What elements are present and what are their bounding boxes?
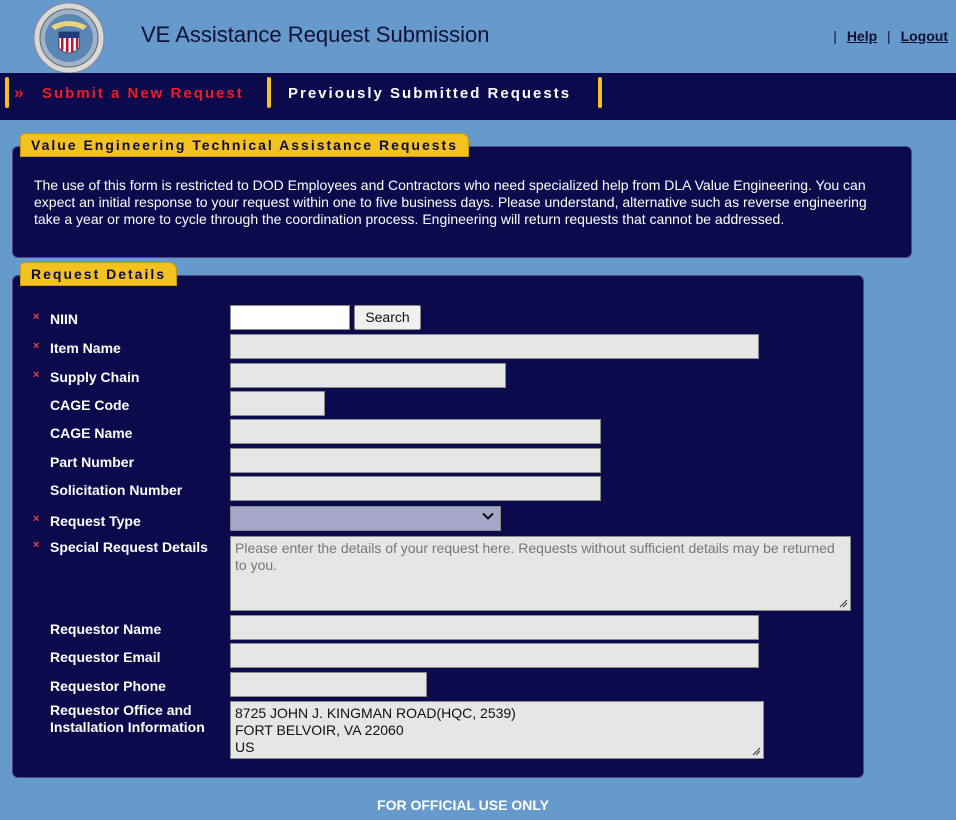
requestor-phone-label: Requestor Phone <box>50 678 166 694</box>
nav-divider <box>5 77 9 108</box>
logout-link[interactable]: Logout <box>901 28 948 44</box>
cage-code-label: CAGE Code <box>50 397 130 413</box>
top-links: | Help | Logout <box>827 28 948 44</box>
cage-name-label: CAGE Name <box>50 425 133 441</box>
solicitation-number-label: Solicitation Number <box>50 482 183 498</box>
solicitation-number-input[interactable] <box>230 476 601 501</box>
part-number-input[interactable] <box>230 448 601 473</box>
special-request-details-placeholder: Please enter the details of your request… <box>235 540 835 573</box>
part-number-label: Part Number <box>50 454 135 470</box>
cage-name-input[interactable] <box>230 419 601 444</box>
requestor-office-label: Requestor Office and Installation Inform… <box>50 702 205 736</box>
supply-chain-input[interactable] <box>230 363 506 388</box>
item-name-label: Item Name <box>50 340 121 356</box>
niin-label: NIIN <box>50 311 78 327</box>
help-link[interactable]: Help <box>847 28 877 44</box>
main-nav: » Submit a New Request Previously Submit… <box>0 73 956 120</box>
cage-code-input[interactable] <box>230 391 325 416</box>
link-separator: | <box>887 28 891 44</box>
nav-divider <box>598 77 602 108</box>
intro-text: The use of this form is restricted to DO… <box>34 177 867 227</box>
requestor-office-label-line2: Installation Information <box>50 719 205 735</box>
requestor-phone-input[interactable] <box>230 672 427 697</box>
double-chevron-right-icon: » <box>14 83 24 102</box>
special-request-details-textarea[interactable]: Please enter the details of your request… <box>230 536 851 611</box>
link-separator: | <box>833 28 837 44</box>
item-name-input[interactable] <box>230 334 759 359</box>
requestor-email-label: Requestor Email <box>50 649 161 665</box>
footer-classification: FOR OFFICIAL USE ONLY <box>377 797 549 813</box>
requestor-name-input[interactable] <box>230 615 759 640</box>
resize-grip-icon[interactable] <box>838 598 848 608</box>
requestor-name-label: Requestor Name <box>50 621 162 637</box>
tab-previously-submitted-requests[interactable]: Previously Submitted Requests <box>288 85 571 102</box>
requestor-email-input[interactable] <box>230 643 759 668</box>
tab-submit-new-request[interactable]: Submit a New Request <box>42 85 244 102</box>
dla-seal-logo <box>33 2 105 74</box>
special-request-details-label: Special Request Details <box>50 539 208 555</box>
requestor-office-textarea[interactable]: 8725 JOHN J. KINGMAN ROAD(HQC, 2539) FOR… <box>230 701 764 759</box>
request-details-title: Request Details <box>20 262 178 286</box>
intro-panel-title: Value Engineering Technical Assistance R… <box>20 133 470 157</box>
request-type-select[interactable] <box>230 506 501 531</box>
request-type-label: Request Type <box>50 513 141 529</box>
required-asterisk-icon: × <box>33 311 40 323</box>
required-asterisk-icon: × <box>33 340 40 352</box>
resize-grip-icon[interactable] <box>751 746 761 756</box>
requestor-office-value: 8725 JOHN J. KINGMAN ROAD(HQC, 2539) FOR… <box>235 705 516 755</box>
search-button[interactable]: Search <box>354 305 421 330</box>
page-title: VE Assistance Request Submission <box>141 22 490 47</box>
chevron-down-icon <box>482 512 494 520</box>
requestor-office-label-line1: Requestor Office and <box>50 702 192 718</box>
required-asterisk-icon: × <box>33 369 40 381</box>
required-asterisk-icon: × <box>33 539 40 551</box>
niin-input[interactable] <box>230 305 350 330</box>
required-asterisk-icon: × <box>33 513 40 525</box>
nav-divider <box>267 77 271 108</box>
supply-chain-label: Supply Chain <box>50 369 140 385</box>
